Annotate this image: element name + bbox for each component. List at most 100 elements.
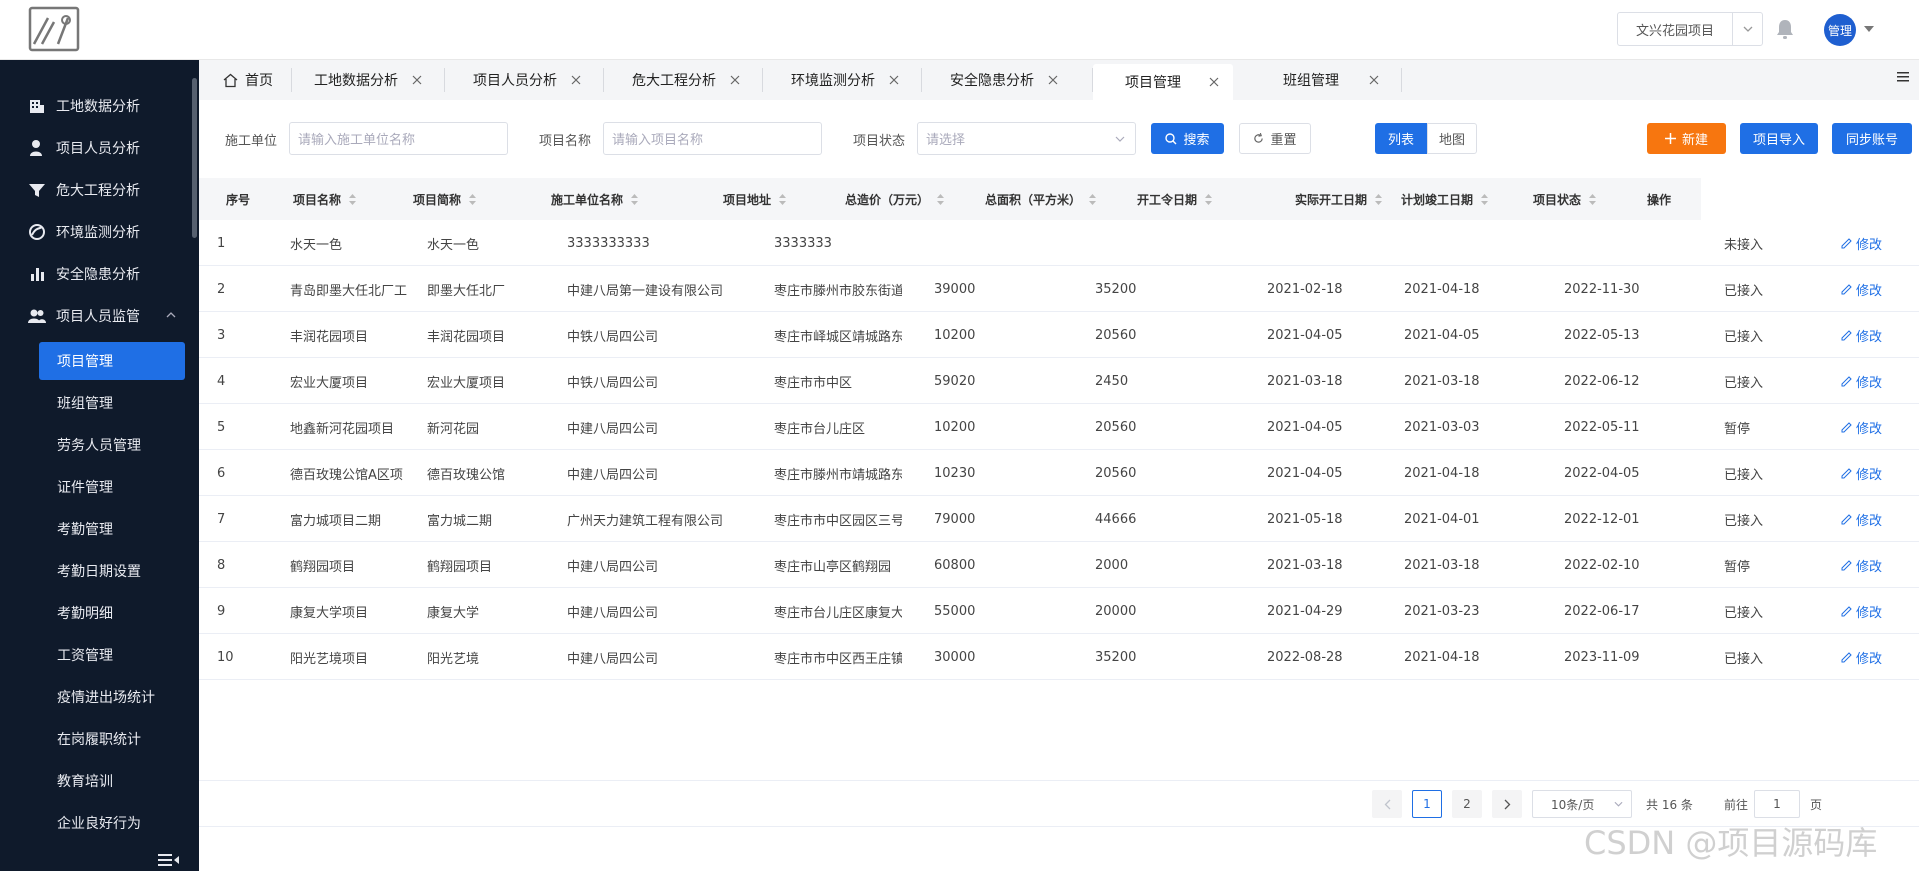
sort-icon[interactable] [937,193,945,205]
search-button[interactable]: 搜索 [1151,123,1224,154]
sort-icon[interactable] [1589,193,1597,205]
avatar[interactable]: 管理 [1824,14,1856,46]
column-header[interactable]: 实际开工日期 [1295,178,1383,220]
tab-project-management[interactable]: 项目管理 [1093,64,1233,100]
column-header[interactable]: 项目名称 [293,178,357,220]
reset-button[interactable]: 重置 [1239,123,1311,154]
sort-icon[interactable] [1089,193,1097,205]
tab-site-data[interactable]: 工地数据分析 [292,68,445,92]
sidebar-item-site-data[interactable]: 工地数据分析 [0,85,199,127]
collapse-menu-icon[interactable] [158,852,180,868]
edit-button[interactable]: 修改 [1841,450,1882,496]
column-header[interactable]: 总造价（万元） [845,178,945,220]
sort-icon[interactable] [469,193,477,205]
edit-button[interactable]: 修改 [1841,542,1882,588]
close-icon[interactable] [730,75,740,85]
caret-down-icon[interactable] [1863,24,1875,34]
bell-icon[interactable] [1775,18,1795,40]
sidebar-subitem-training[interactable]: 教育培训 [0,762,199,800]
prev-page-button[interactable] [1372,790,1402,818]
sidebar-subitem-team-management[interactable]: 班组管理 [0,384,199,422]
sort-icon[interactable] [1205,193,1213,205]
sidebar-subitem-salary[interactable]: 工资管理 [0,636,199,674]
edit-button[interactable]: 修改 [1841,634,1882,680]
project-name-input[interactable]: 请输入项目名称 [603,122,822,155]
filter-bar: 施工单位 请输入施工单位名称 项目名称 请输入项目名称 项目状态 请选择 搜索 … [199,100,1919,178]
page-1-button[interactable]: 1 [1412,790,1442,818]
sidebar-subitem-labor-management[interactable]: 劳务人员管理 [0,426,199,464]
column-header[interactable]: 项目简称 [413,178,477,220]
column-header[interactable]: 项目状态 [1533,178,1597,220]
sidebar-subitem-attendance-detail[interactable]: 考勤明细 [0,594,199,632]
new-button[interactable]: 新建 [1647,123,1726,154]
sidebar-subitem-epidemic-stats[interactable]: 疫情进出场统计 [0,678,199,716]
column-header[interactable]: 计划竣工日期 [1401,178,1489,220]
sidebar-item-personnel-supervision[interactable]: 项目人员监管 [0,295,199,337]
page-size-select[interactable]: 10条/页 [1532,790,1632,818]
sync-account-button[interactable]: 同步账号 [1832,123,1912,154]
sort-icon[interactable] [631,193,639,205]
edit-button[interactable]: 修改 [1841,266,1882,312]
table-row[interactable]: 8 鹤翔园项目 鹤翔园项目 中建八局四公司 枣庄市山亭区鹤翔园 60800 2000 2021… [199,542,1919,588]
view-list-button[interactable]: 列表 [1375,123,1427,154]
unit-input[interactable]: 请输入施工单位名称 [289,122,508,155]
close-icon[interactable] [889,75,899,85]
page-2-button[interactable]: 2 [1452,790,1482,818]
tab-menu-icon[interactable] [1897,71,1909,83]
import-button[interactable]: 项目导入 [1740,123,1818,154]
filter-icon [29,184,45,197]
sidebar-subitem-good-behavior[interactable]: 企业良好行为 [0,804,199,842]
sidebar-item-personnel-analysis[interactable]: 项目人员分析 [0,127,199,169]
close-icon[interactable] [571,75,581,85]
tab-team-management[interactable]: 班组管理 [1233,68,1402,92]
column-header[interactable]: 总面积（平方米） [985,178,1097,220]
edit-button[interactable]: 修改 [1841,220,1882,266]
column-header[interactable]: 施工单位名称 [551,178,639,220]
edit-button[interactable]: 修改 [1841,404,1882,450]
table-row[interactable]: 7 富力城项目二期 富力城二期 广州天力建筑工程有限公司 枣庄市市中区园区三号 79000… [199,496,1919,542]
table-row[interactable]: 3 丰润花园项目 丰润花园项目 中铁八局四公司 枣庄市峄城区靖城路东 10200 20560… [199,312,1919,358]
tab-home[interactable]: 首页 [199,68,292,92]
table-row[interactable]: 6 德百玫瑰公馆A区项 德百玫瑰公馆 中建八局四公司 枣庄市滕州市靖城路东 10230 20… [199,450,1919,496]
users-icon [28,309,46,323]
sort-icon[interactable] [1375,193,1383,205]
tab-safety-analysis[interactable]: 安全隐患分析 [922,68,1093,92]
sidebar-item-environment-analysis[interactable]: 环境监测分析 [0,211,199,253]
edit-button[interactable]: 修改 [1841,358,1882,404]
sidebar-subitem-project-management[interactable]: 项目管理 [39,342,185,380]
sidebar-subitem-attendance-management[interactable]: 考勤管理 [0,510,199,548]
sidebar-subitem-attendance-date[interactable]: 考勤日期设置 [0,552,199,590]
table-cell: 30000 [934,649,976,665]
sort-icon[interactable] [1481,193,1489,205]
column-header[interactable]: 开工令日期 [1137,178,1213,220]
table-row[interactable]: 1 水天一色 水天一色 3333333333 3333333 未接入 修改 [199,220,1919,266]
sidebar-subitem-certificate-management[interactable]: 证件管理 [0,468,199,506]
sidebar-subitem-duty-stats[interactable]: 在岗履职统计 [0,720,199,758]
close-icon[interactable] [412,75,422,85]
tab-environment-analysis[interactable]: 环境监测分析 [763,68,922,92]
table-row[interactable]: 9 康复大学项目 康复大学 中建八局四公司 枣庄市台儿庄区康复大 55000 20000 20… [199,588,1919,634]
edit-button[interactable]: 修改 [1841,588,1882,634]
project-select[interactable]: 文兴花园项目 [1617,12,1763,46]
column-header[interactable]: 项目地址 [723,178,787,220]
edit-button[interactable]: 修改 [1841,312,1882,358]
sidebar-item-hazard-analysis[interactable]: 危大工程分析 [0,169,199,211]
tab-personnel-analysis[interactable]: 项目人员分析 [445,68,604,92]
edit-button[interactable]: 修改 [1841,496,1882,542]
table-row[interactable]: 4 宏业大厦项目 宏业大厦项目 中铁八局四公司 枣庄市市中区 59020 2450 2021-… [199,358,1919,404]
table-row[interactable]: 5 地鑫新河花园项目 新河花园 中建八局四公司 枣庄市台儿庄区 10200 20560 202… [199,404,1919,450]
close-icon[interactable] [1369,75,1379,85]
close-icon[interactable] [1048,75,1058,85]
table-row[interactable]: 10 阳光艺境项目 阳光艺境 中建八局四公司 枣庄市市中区西王庄镇 30000 35200 2… [199,634,1919,680]
column-label: 实际开工日期 [1295,192,1368,207]
sort-icon[interactable] [779,193,787,205]
sidebar-item-safety-analysis[interactable]: 安全隐患分析 [0,253,199,295]
goto-page-input[interactable]: 1 [1754,790,1800,818]
view-map-button[interactable]: 地图 [1427,123,1477,154]
close-icon[interactable] [1209,77,1219,87]
next-page-button[interactable] [1492,790,1522,818]
project-status-select[interactable]: 请选择 [917,122,1136,155]
sort-icon[interactable] [349,193,357,205]
table-row[interactable]: 2 青岛即墨大任北厂工 即墨大任北厂 中建八局第一建设有限公司 枣庄市滕州市胶东街道 39… [199,266,1919,312]
tab-hazard-analysis[interactable]: 危大工程分析 [604,68,763,92]
